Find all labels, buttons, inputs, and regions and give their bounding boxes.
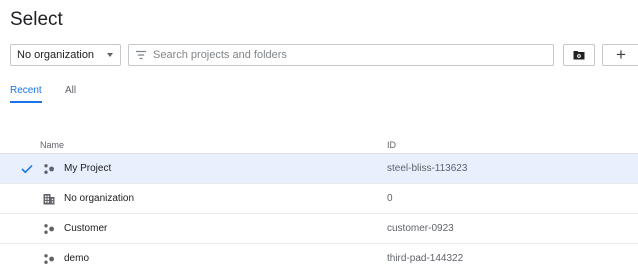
resource-table: Name ID My Project steel-bliss-113623 No…	[0, 132, 638, 266]
folder-icon	[573, 51, 585, 60]
table-row[interactable]: Customer customer-0923	[0, 214, 638, 244]
tab-all-label: All	[65, 85, 77, 96]
caret-down-icon	[107, 53, 113, 57]
organization-icon	[43, 194, 55, 205]
add-button[interactable]: +	[602, 44, 638, 66]
checkmark-icon	[21, 164, 33, 174]
project-icon	[44, 164, 54, 174]
row-name: demo	[64, 253, 90, 264]
row-name: Customer	[64, 223, 108, 234]
table-row[interactable]: demo third-pad-144322	[0, 244, 638, 266]
row-id: customer-0923	[387, 223, 454, 234]
column-header-id: ID	[387, 140, 396, 150]
filter-icon	[136, 50, 146, 60]
project-icon	[44, 254, 54, 264]
dialog-title: Select	[10, 9, 63, 30]
active-tab-indicator	[10, 101, 42, 103]
column-header-name: Name	[40, 140, 65, 150]
organization-select[interactable]: No organization	[10, 44, 121, 66]
plus-icon: +	[616, 45, 626, 64]
tab-all[interactable]: All	[65, 85, 76, 96]
search-box[interactable]	[128, 44, 554, 66]
tab-recent[interactable]: Recent	[10, 85, 42, 103]
table-row[interactable]: My Project steel-bliss-113623	[0, 154, 638, 184]
table-header: Name ID	[0, 132, 638, 154]
table-row[interactable]: No organization 0	[0, 184, 638, 214]
select-resource-dialog: Select No organization + Re	[0, 0, 638, 266]
row-id: steel-bliss-113623	[387, 163, 468, 174]
new-folder-button[interactable]	[563, 44, 595, 66]
row-name: My Project	[64, 163, 112, 174]
search-input[interactable]	[153, 47, 543, 63]
project-icon	[44, 224, 54, 234]
row-id: third-pad-144322	[387, 253, 464, 264]
row-id: 0	[387, 193, 393, 204]
organization-select-value: No organization	[17, 49, 95, 61]
toolbar: No organization +	[10, 44, 638, 66]
tab-recent-label: Recent	[10, 85, 42, 96]
row-name: No organization	[64, 193, 135, 204]
